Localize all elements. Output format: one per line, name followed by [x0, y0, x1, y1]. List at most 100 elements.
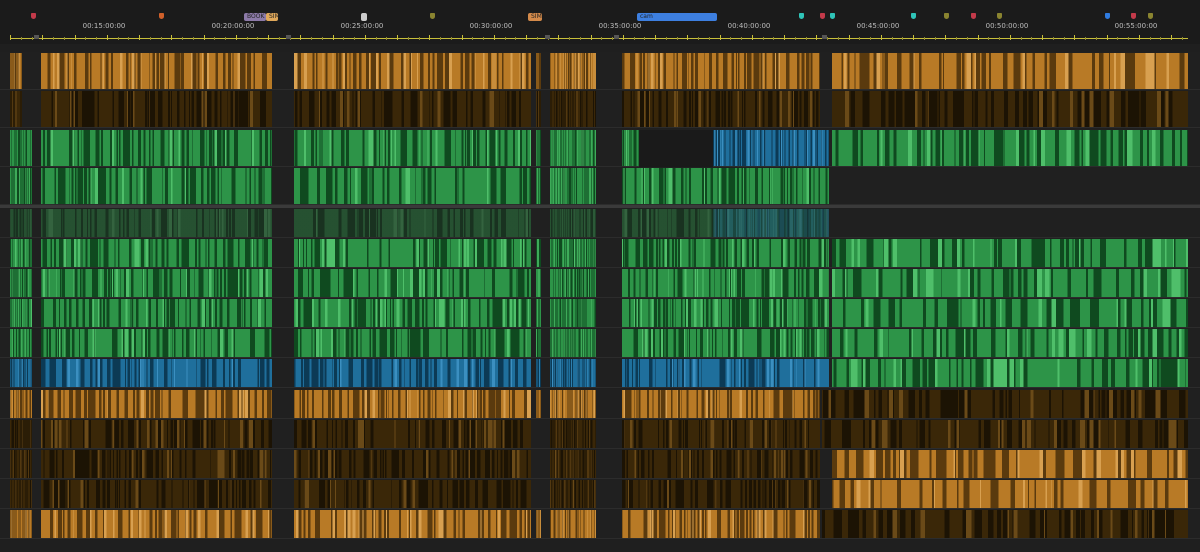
timeline-clip[interactable]	[294, 450, 531, 479]
timeline-clip[interactable]	[832, 130, 1188, 167]
timeline-clip[interactable]	[536, 130, 541, 167]
timeline-clip[interactable]	[622, 130, 639, 167]
timeline-clip[interactable]	[10, 359, 32, 388]
timeline-clip[interactable]	[550, 53, 596, 90]
timeline-clip[interactable]	[536, 53, 541, 90]
timeline-marker[interactable]	[1148, 13, 1153, 19]
timeline-clip[interactable]	[550, 130, 596, 167]
timeline-clip[interactable]	[536, 329, 541, 358]
timeline-clip[interactable]	[294, 359, 531, 388]
clip-marker[interactable]: SIM	[528, 13, 542, 21]
timeline-clip[interactable]	[294, 53, 531, 90]
timeline-clip[interactable]	[536, 359, 541, 388]
timeline-clip[interactable]	[622, 390, 820, 419]
timeline-clip[interactable]	[10, 130, 32, 167]
timeline-clip[interactable]	[10, 269, 32, 298]
timeline-clip[interactable]	[10, 53, 22, 90]
timeline-clip[interactable]	[294, 168, 531, 205]
timeline-clip[interactable]	[832, 450, 1188, 479]
timeline-clip[interactable]	[536, 510, 541, 539]
timeline-clip[interactable]	[550, 239, 596, 268]
timeline-clip[interactable]	[536, 269, 541, 298]
timeline-clip[interactable]	[41, 53, 272, 90]
timeline-marker[interactable]	[997, 13, 1002, 19]
clip-marker[interactable]	[361, 13, 367, 21]
timeline-clip[interactable]	[832, 239, 1188, 268]
timeline-clip[interactable]	[822, 420, 1188, 449]
timeline-clip[interactable]	[550, 91, 596, 128]
timeline-clip[interactable]	[294, 480, 531, 509]
timeline-clip[interactable]	[622, 329, 829, 358]
timeline-marker[interactable]	[820, 13, 825, 19]
timeline-clip[interactable]	[550, 390, 596, 419]
timeline-clip[interactable]	[294, 390, 531, 419]
timeline-clip[interactable]	[41, 269, 272, 298]
timeline-clip[interactable]	[832, 480, 1188, 509]
timeline-clip[interactable]	[832, 269, 1188, 298]
timeline-clip[interactable]	[832, 53, 1188, 90]
timeline-clip[interactable]	[41, 91, 272, 128]
timeline-clip[interactable]	[10, 390, 32, 419]
timeline-clip[interactable]	[550, 480, 596, 509]
timeline-clip[interactable]	[41, 299, 272, 328]
timeline-clip[interactable]	[550, 359, 596, 388]
timeline-clip[interactable]	[10, 299, 32, 328]
timeline-marker[interactable]	[1105, 13, 1110, 19]
timeline-clip[interactable]	[294, 269, 531, 298]
timeline-clip[interactable]	[822, 510, 1188, 539]
timeline-clip[interactable]	[550, 269, 596, 298]
timeline-clip[interactable]	[550, 329, 596, 358]
timeline-clip[interactable]	[294, 239, 531, 268]
timeline-clip[interactable]	[10, 420, 32, 449]
timeline-clip[interactable]	[41, 329, 272, 358]
timeline-clip[interactable]	[10, 209, 32, 238]
timeline-clip[interactable]	[294, 91, 531, 128]
timeline-marker[interactable]	[911, 13, 916, 19]
timeline-clip[interactable]	[832, 359, 1188, 388]
timeline-clip[interactable]	[550, 420, 596, 449]
timeline-marker[interactable]	[971, 13, 976, 19]
timeline-clip[interactable]	[536, 239, 541, 268]
timeline-clip[interactable]	[550, 510, 596, 539]
timeline-clip[interactable]	[10, 510, 32, 539]
timeline-marker[interactable]	[830, 13, 835, 19]
timeline-clip[interactable]	[622, 53, 820, 90]
clip-marker[interactable]: SIM	[266, 13, 280, 21]
timeline-clip[interactable]	[536, 299, 541, 328]
timeline-clip[interactable]	[622, 450, 820, 479]
timeline-clip[interactable]	[713, 130, 829, 167]
clip-marker[interactable]: BOOK	[244, 13, 266, 21]
timeline-clip[interactable]	[41, 359, 272, 388]
timeline-clip[interactable]	[622, 91, 820, 128]
timeline-clip[interactable]	[10, 168, 32, 205]
timeline-clip[interactable]	[713, 209, 829, 238]
timeline-clip[interactable]	[294, 209, 531, 238]
timeline-ruler[interactable]: 00:15:00:00 00:20:00:00 00:25:00:00 00:3…	[0, 0, 1200, 44]
timeline-clip[interactable]	[41, 209, 272, 238]
timeline-clip[interactable]	[622, 359, 829, 388]
timeline-clip[interactable]	[294, 510, 531, 539]
timeline-clip[interactable]	[622, 510, 820, 539]
timeline-clip[interactable]	[294, 420, 531, 449]
timeline-marker[interactable]	[31, 13, 36, 19]
timeline-clip[interactable]	[10, 91, 22, 128]
timeline-clip[interactable]	[536, 91, 541, 128]
timeline-clip[interactable]	[294, 130, 531, 167]
timeline-marker[interactable]	[799, 13, 804, 19]
timeline-clip[interactable]	[550, 209, 596, 238]
timeline-clip[interactable]	[294, 329, 531, 358]
timeline-clip[interactable]	[41, 420, 272, 449]
timeline-marker[interactable]	[159, 13, 164, 19]
timeline-clip[interactable]	[41, 168, 272, 205]
timeline-clip[interactable]	[550, 168, 596, 205]
timeline-clip[interactable]	[622, 480, 820, 509]
timeline-clip[interactable]	[550, 299, 596, 328]
timeline-clip[interactable]	[622, 269, 829, 298]
timeline-clip[interactable]	[622, 168, 829, 205]
timeline-clip[interactable]	[832, 329, 1188, 358]
timeline-clip[interactable]	[41, 510, 272, 539]
timeline-marker[interactable]	[944, 13, 949, 19]
timeline-clip[interactable]	[41, 390, 272, 419]
timeline-marker[interactable]	[430, 13, 435, 19]
timeline-clip[interactable]	[10, 450, 32, 479]
